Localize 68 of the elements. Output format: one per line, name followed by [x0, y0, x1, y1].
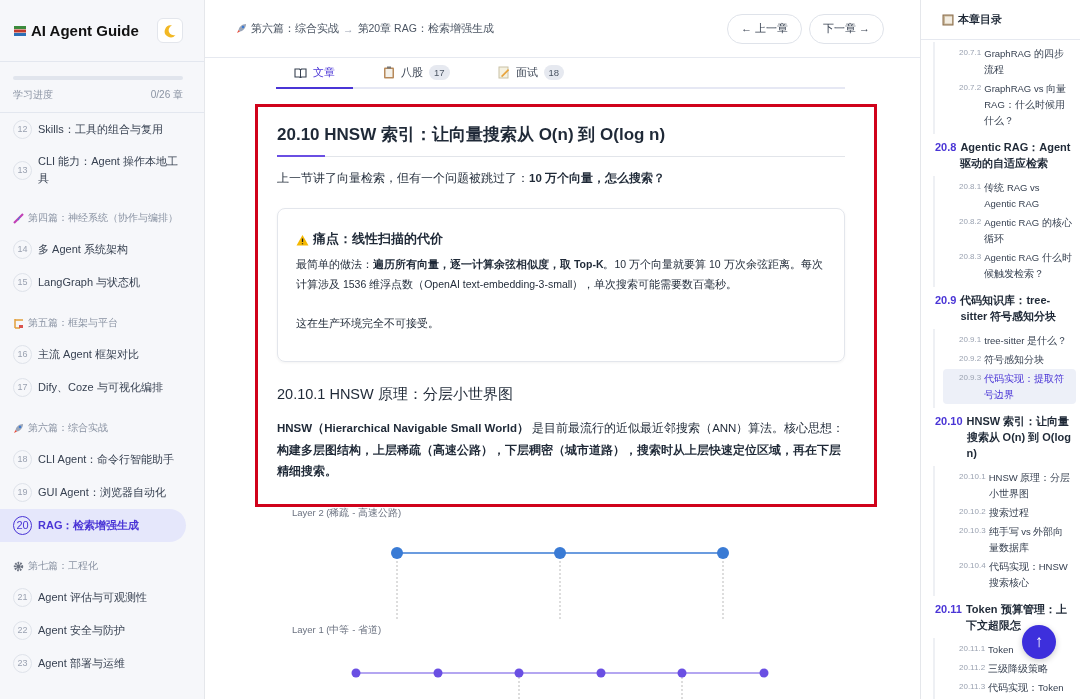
count-badge: 17	[429, 65, 450, 80]
next-chapter-button[interactable]: 下一章 →	[808, 13, 884, 44]
rocket-icon	[236, 23, 247, 34]
toc-subsection-link[interactable]: 20.10.1 HNSW 原理：分层小世界图	[935, 468, 1076, 503]
layer-label: Layer 1 (中等 - 省道)	[292, 623, 383, 637]
warning-icon	[296, 233, 309, 246]
paragraph: HNSW（Hierarchical Navigable Small World） 是目前最流行的近似最近邻搜索（ANN）算法。核心思想：构建多层图结构，上层稀疏（高速公路），下层稠密（城市道路），搜索时从上层快速定位区域，再在下层精细搜索。	[277, 421, 845, 479]
book-icon	[294, 67, 307, 78]
section-title: 20.10 HNSW 索引：让向量搜索从 O(n) 到 O(log n)	[277, 119, 845, 157]
tab[interactable]: 面试 18	[479, 58, 583, 89]
part-heading: 第七篇：工程化	[28, 560, 98, 573]
moon-icon	[163, 23, 177, 38]
toc-subsection-link[interactable]: 20.10.4 代码实现：HNSW 搜索核心	[935, 557, 1076, 592]
breadcrumb-link[interactable]: 第20章 RAG：检索增强生成	[357, 21, 494, 36]
chapter-item[interactable]: 15 LangGraph 与状态机	[0, 266, 186, 299]
clipboard-icon	[383, 66, 395, 79]
toc-subsection-link[interactable]: 20.11.2 三级降级策略	[935, 659, 1053, 678]
chapter-item[interactable]: 20 RAG：检索增强生成	[0, 509, 186, 542]
paragraph: 上一节讲了向量检索，但有一个问题被跳过了：10 万个向量，怎么搜索？	[277, 170, 666, 186]
notebook-icon	[942, 13, 954, 26]
chapter-item[interactable]: 21 Agent 评估与可观测性	[0, 581, 186, 614]
toc-subsection-link[interactable]: 20.9.2 符号感知分块	[935, 350, 1049, 369]
memo-icon	[497, 66, 510, 79]
chapter-item[interactable]: 19 GUI Agent：浏览器自动化	[0, 476, 186, 509]
toc-section-link[interactable]: 20.9 代码知识库：tree-sitter 符号感知分块	[935, 287, 1080, 329]
part-heading: 第六篇：综合实战	[28, 422, 108, 435]
toc-subsection-link[interactable]: 20.8.1 传统 RAG vs Agentic RAG	[935, 178, 1076, 213]
toc-subsection-link[interactable]: 20.9.1 tree-sitter 是什么？	[935, 331, 1071, 350]
count-badge: 18	[543, 65, 565, 80]
chapter-item[interactable]: 18 CLI Agent：命令行智能助手	[0, 443, 186, 476]
toc-subsection-link[interactable]: 20.10.2 搜索过程	[935, 503, 1033, 522]
toc-subsection-link[interactable]: 20.7.1 GraphRAG 的四步流程	[935, 44, 1076, 79]
tab[interactable]: 文章	[276, 58, 353, 89]
layer-label: Layer 2 (稀疏 - 高速公路)	[292, 506, 403, 520]
toc-section-link[interactable]: 20.8 Agentic RAG：Agent 驱动的自适应检索	[935, 134, 1080, 176]
chapter-item[interactable]: 14 多 Agent 系统架构	[0, 233, 186, 266]
toc-subsection-link[interactable]: 20.11.1 Token	[935, 640, 1018, 659]
books-icon	[13, 23, 27, 38]
chapter-item[interactable]: 23 Agent 部署与运维	[0, 647, 186, 680]
breadcrumb-link[interactable]: 第六篇：综合实战	[251, 21, 339, 36]
previous-chapter-button[interactable]: ← 上一章	[726, 13, 802, 44]
toc-section-link[interactable]: 20.10 HNSW 索引：让向量搜索从 O(n) 到 O(log n)	[935, 408, 1080, 466]
part-heading: 第四篇：神经系统（协作与编排）	[28, 212, 178, 225]
paragraph: 这在生产环境完全不可接受。	[296, 316, 440, 331]
progress-count: 0/26 章	[150, 88, 183, 102]
chapter-item[interactable]: 22 Agent 安全与防护	[0, 614, 186, 647]
toc-title: 本章目录	[958, 12, 1002, 27]
subsection-title: 20.10.1 HNSW 原理：分层小世界图	[277, 385, 514, 404]
chapter-item[interactable]: 13 CLI 能力：Agent 操作本地工具	[0, 146, 186, 194]
toc-subsection-link[interactable]: 20.8.3 Agentic RAG 什么时候触发检索？	[935, 248, 1076, 283]
toc-subsection-link[interactable]: 20.9.3 代码实现：提取符号边界	[943, 369, 1076, 404]
callout-title: 痛点：线性扫描的代价	[313, 231, 443, 248]
rocket-icon	[13, 423, 24, 434]
part-heading: 第五篇：框架与平台	[28, 317, 118, 330]
theme-toggle-button[interactable]	[157, 18, 183, 43]
tab[interactable]: 八股 17	[365, 58, 468, 89]
breadcrumb-separator: →	[343, 22, 354, 35]
toc-subsection-link[interactable]: 20.8.2 Agentic RAG 的核心循环	[935, 213, 1076, 248]
paragraph: 最简单的做法：遍历所有向量，逐一计算余弦相似度，取 Top-K。10 万个向量就要算 10 万次余弦距离。每次计算涉及 1536 维浮点数（OpenAI text-embedding-3-small），单次搜索可能需要数百毫秒。	[296, 257, 824, 292]
toc-subsection-link[interactable]: 20.10.3 纯手写 vs 外部向量数据库	[935, 522, 1076, 557]
toc-subsection-link[interactable]: 20.11.3 代码实现：Token	[935, 678, 1068, 697]
chapter-item[interactable]: 16 主流 Agent 框架对比	[0, 338, 186, 371]
chapter-item[interactable]: 17 Dify、Coze 与可视化编排	[0, 371, 186, 404]
toc-subsection-link[interactable]: 20.7.2 GraphRAG vs 向量 RAG：什么时候用什么？	[935, 79, 1076, 130]
gear-icon	[13, 561, 24, 572]
progress-label: 学习进度	[13, 88, 53, 102]
chapter-item[interactable]: 12 Skills：工具的组合与复用	[0, 113, 186, 146]
app-title: AI Agent Guide	[31, 22, 139, 39]
